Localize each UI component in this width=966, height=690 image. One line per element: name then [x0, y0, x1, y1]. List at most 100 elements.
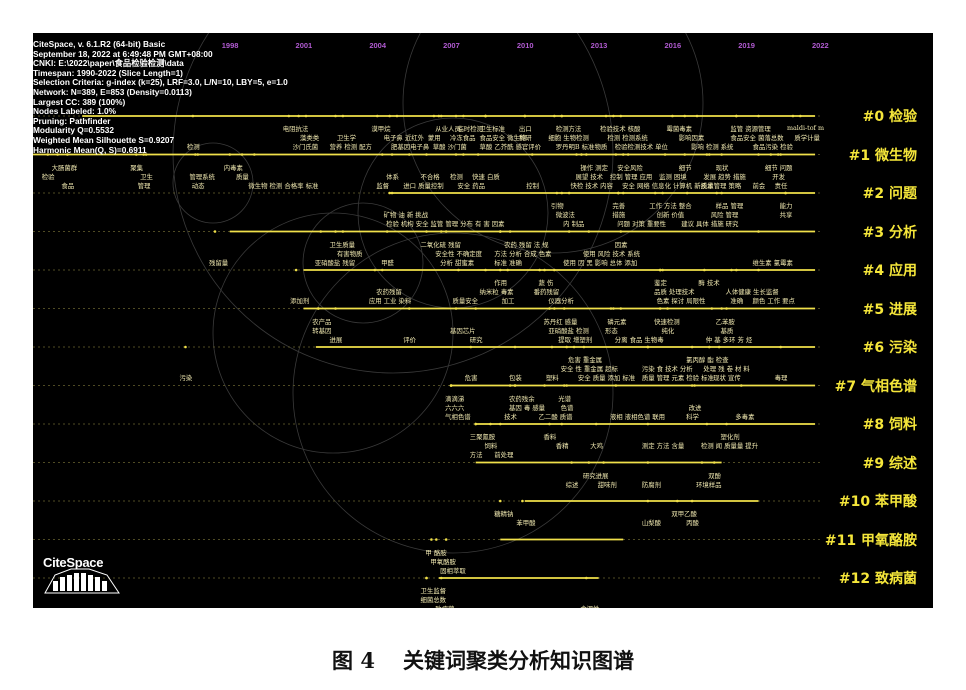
keyword-label: 技术	[504, 412, 517, 421]
keyword-label: 分离 食品 生物毒	[614, 335, 664, 344]
keyword-label: 甲氧酪胺	[430, 557, 456, 566]
keyword-node	[717, 345, 721, 349]
keyword-label: 微生物 检测 合格率 标准	[248, 181, 319, 190]
keyword-node	[653, 191, 657, 195]
keyword-node	[690, 345, 694, 349]
keyword-label: 双酚	[708, 471, 722, 480]
figure-number: 图 4	[332, 648, 375, 673]
keyword-node	[376, 114, 379, 118]
keyword-node	[548, 422, 551, 426]
cluster-label-2: #2 问题	[862, 186, 917, 202]
keyword-label: 卫生质量	[329, 240, 356, 249]
keyword-label: 颜色 工作 要点	[752, 297, 795, 305]
keyword-label: 大鸡	[590, 442, 603, 450]
keyword-node	[462, 114, 465, 118]
keyword-label: 三聚氰胺	[469, 433, 496, 441]
keyword-node	[683, 114, 687, 118]
keyword-node	[513, 345, 517, 349]
keyword-label: 动态	[191, 181, 205, 190]
cluster-label-8: #8 饲料	[862, 417, 917, 433]
keyword-label: 滴滴涕	[445, 394, 465, 403]
keyword-node	[710, 307, 714, 310]
keyword-label: 维生素 氯霉素	[752, 258, 793, 267]
keyword-node	[444, 538, 448, 541]
keyword-node	[646, 345, 650, 349]
keyword-node	[407, 307, 411, 310]
keyword-node	[425, 230, 428, 233]
keyword-label: 科研	[518, 134, 532, 142]
keyword-label: 检验 机构 安全 监管 管理 分布 有 害 因素	[386, 220, 505, 228]
keyword-node	[484, 114, 487, 118]
timeline-canvas[interactable]: CiteSpace, v. 6.1.R2 (64-bit) Basic Sept…	[33, 33, 933, 608]
cluster-label-3: #3 分析	[862, 224, 917, 241]
keyword-label: 安全 质量 添加 标准	[577, 374, 636, 382]
keyword-node	[341, 230, 345, 233]
keyword-node	[690, 384, 694, 387]
keyword-label: 进展	[329, 335, 343, 344]
keyword-node	[776, 153, 780, 156]
keyword-node	[703, 268, 706, 272]
keyword-label: 科学	[686, 412, 699, 421]
keyword-label: 食品污染 检验	[752, 143, 793, 151]
keyword-node	[334, 307, 337, 310]
keyword-label: 苯甲酸	[516, 519, 536, 527]
keyword-label: 卫生标准	[479, 125, 506, 133]
keyword-node	[695, 114, 699, 118]
keyword-node	[454, 153, 458, 156]
keyword-node	[498, 268, 502, 272]
keyword-label: 食源性	[580, 604, 599, 608]
keyword-label: 基因 毒 感量	[509, 403, 546, 412]
keyword-label: 卫生	[140, 172, 153, 181]
keyword-label: 方法 分析 合成 色素	[494, 249, 552, 258]
keyword-node	[530, 153, 534, 156]
keyword-label: 现状 宣传	[713, 374, 741, 382]
keyword-label: 使用 因 黑 影响 总体 添加	[563, 258, 638, 267]
keyword-node	[708, 153, 711, 156]
keyword-label: 塑料	[545, 374, 559, 382]
keyword-node	[757, 153, 760, 156]
keyword-node	[594, 422, 598, 426]
keyword-label: 检测 闻 质量量 提升	[700, 442, 759, 450]
keyword-label: 乙苯胺	[715, 317, 735, 326]
year-tick-2022: 2022	[812, 41, 829, 50]
keyword-label: 快检 技术 内容	[570, 181, 613, 190]
year-tick-2001: 2001	[295, 41, 313, 50]
keyword-label: 改进	[688, 403, 702, 412]
logo-icon	[44, 568, 120, 594]
keyword-label: 危害	[464, 374, 478, 382]
keyword-node	[730, 268, 733, 272]
keyword-label: 氯丙醇 酯 检查	[686, 356, 729, 364]
keyword-node	[390, 191, 394, 195]
keyword-label: 准确	[730, 297, 744, 305]
keyword-node	[646, 422, 650, 426]
keyword-label: 饲料	[484, 442, 498, 450]
year-tick-2019: 2019	[738, 41, 755, 50]
keyword-label: 安全 药品	[457, 181, 485, 190]
keyword-label: 环境样品	[695, 480, 722, 489]
keyword-label: 管理系统	[189, 172, 215, 181]
keyword-label: 亚硝酸盐 残留	[314, 258, 356, 267]
keyword-node	[508, 230, 512, 233]
keyword-label: 影响因素	[678, 134, 705, 142]
keyword-label: 综述	[565, 480, 579, 489]
keyword-label: 基质	[720, 326, 734, 335]
figure-caption: 图 4 关键词聚类分析知识图谱	[0, 645, 966, 675]
keyword-node	[388, 191, 391, 195]
keyword-label: 研究	[469, 335, 483, 344]
keyword-node	[720, 153, 723, 156]
keyword-label: 分析 甜蜜素	[440, 258, 475, 267]
keyword-node	[489, 422, 492, 426]
keyword-node	[304, 114, 308, 118]
keyword-node	[407, 153, 411, 156]
keyword-label: 危害 重金属	[568, 356, 603, 364]
keyword-label: 仪器分析	[548, 297, 574, 305]
keyword-label: 山梨酸	[641, 519, 662, 527]
keyword-label: 甜味剂	[597, 480, 617, 489]
keyword-label: 处理 残 卷 材 料	[703, 365, 750, 373]
keyword-label: 酶 技术	[698, 279, 720, 287]
keyword-label: 番药残留	[533, 288, 560, 296]
keyword-label: 细胞 生物检测	[548, 134, 589, 142]
keyword-label: 液相 液相色谱 联用	[609, 412, 666, 421]
keyword-node	[560, 114, 564, 118]
keyword-node	[567, 230, 571, 233]
